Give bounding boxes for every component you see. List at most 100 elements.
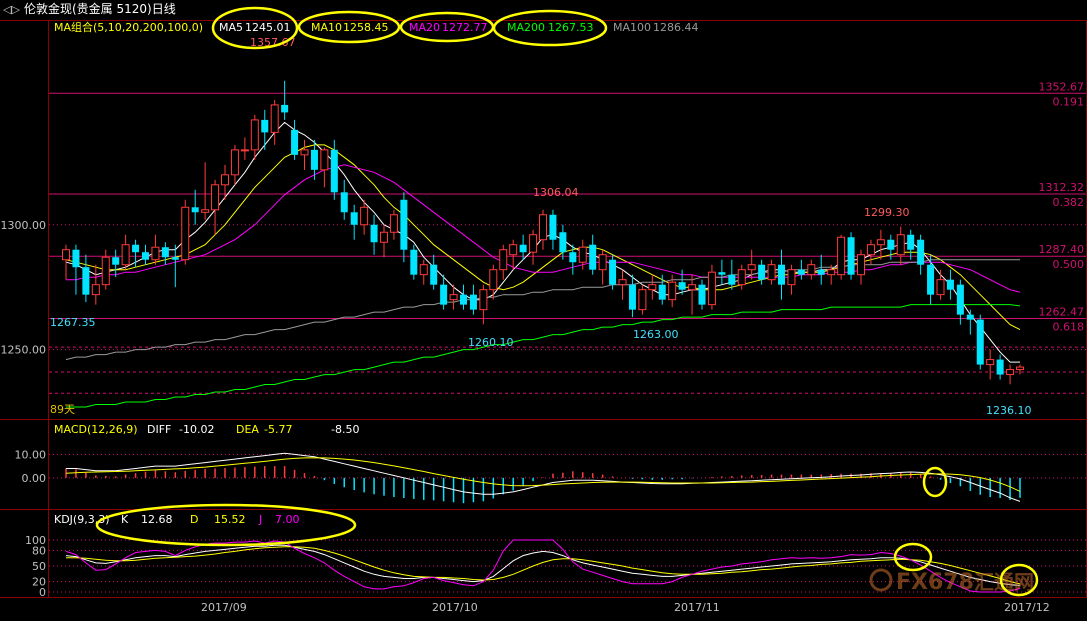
ma20-legend: MA20 1272.77 — [409, 21, 488, 34]
candle-body-down — [340, 192, 348, 213]
annotation-low-1236: 1236.10 — [986, 404, 1032, 417]
candle-body-up — [648, 284, 657, 291]
price-tick-1: 1250.00 — [1, 344, 47, 357]
candle-body-up — [539, 214, 547, 241]
x-label-nov: 2017/11 — [674, 601, 720, 614]
nav-arrows[interactable]: ◁▷ — [3, 3, 20, 16]
candle-body-down — [261, 119, 269, 133]
candle-body-down — [927, 264, 935, 295]
ma5-legend: MA5 1245.01 — [219, 21, 291, 34]
candle-body-down — [628, 284, 636, 310]
price-tick-0: 1300.00 — [1, 219, 47, 232]
candle-body-down — [161, 247, 169, 258]
candle-body-down — [797, 269, 805, 275]
ma-legend-label: MA组合(5,10,20,200,100,0) — [54, 20, 203, 34]
candle-body-up — [1016, 366, 1024, 371]
candle-body-down — [917, 239, 925, 265]
candle-body-up — [896, 234, 905, 256]
annotation-high-1306: 1306.04 — [533, 186, 579, 199]
annotation-low-1260: 1260.10 — [468, 336, 514, 349]
kdj-j-label: J — [258, 513, 262, 526]
candle-body-up — [787, 269, 796, 286]
candle-body-down — [946, 279, 954, 290]
candle-body-down — [658, 284, 666, 300]
watermark-text: FX678 — [896, 570, 974, 595]
candle-body-up — [668, 281, 677, 301]
candle-body-up — [181, 206, 190, 261]
candle-body-up — [479, 289, 488, 311]
ma5-label: MA5 — [219, 21, 243, 34]
kdj-j-value: 7.00 — [275, 513, 300, 526]
kdj-d-label: D — [190, 513, 198, 526]
x-label-sep: 2017/09 — [201, 601, 247, 614]
annotation-days: 89天 — [50, 403, 75, 416]
kdj-tick-2: 50 — [32, 560, 46, 573]
candle — [837, 234, 846, 280]
candle-body-up — [389, 214, 398, 233]
chart-canvas: ◁▷ 伦敦金现(贵金属 5120)日线 MA组合(5,10,20,200,100… — [0, 0, 1087, 617]
candle — [410, 244, 418, 280]
candle-body-up — [151, 246, 160, 261]
candle-body-down — [171, 257, 179, 260]
macd-diff-value: -10.02 — [179, 423, 214, 436]
macd-label: MACD(12,26,9) — [54, 423, 138, 436]
candle-body-up — [221, 174, 229, 186]
window-title: 伦敦金现(贵金属 5120)日线 — [24, 1, 176, 16]
candle-body-down — [191, 207, 199, 213]
candle-body-down — [907, 234, 915, 250]
candle-body-down — [778, 264, 785, 285]
candle-body-up — [866, 244, 875, 256]
candle-body-up — [807, 264, 816, 276]
candle-body-down — [609, 259, 617, 285]
candle-body-down — [817, 269, 825, 275]
candle-body-up — [529, 234, 538, 253]
kdj-tick-1: 80 — [32, 544, 46, 557]
candle-body-up — [211, 184, 220, 211]
ma100-label: MA100 — [613, 21, 651, 34]
watermark: FX678 汇通网 — [869, 568, 1034, 595]
candle-body-up — [837, 236, 846, 276]
candle-body-up — [1006, 369, 1015, 376]
candle-body-down — [291, 129, 299, 155]
candle-body-down — [956, 284, 964, 315]
candle-body-down — [142, 252, 149, 260]
ma10-legend: MA10 1258.45 — [311, 21, 389, 34]
candle-body-up — [62, 249, 70, 261]
fib-price-2: 1287.40 — [1039, 243, 1085, 256]
candle-body-up — [827, 269, 836, 276]
macd-diff-label: DIFF — [147, 423, 171, 436]
kdj-d-value: 15.52 — [214, 513, 246, 526]
candle-body-down — [400, 199, 408, 250]
fib-ratio-0: 0.191 — [1053, 95, 1085, 108]
candle-body-down — [976, 319, 984, 365]
fib-price-0: 1352.67 — [1039, 80, 1085, 93]
candle-body-up — [320, 149, 329, 171]
x-label-dec: 2017/12 — [1004, 601, 1050, 614]
candle — [181, 199, 190, 265]
candle-body-up — [300, 149, 309, 156]
candle-body-down — [758, 264, 766, 280]
kdj-tick-4: 0 — [39, 586, 46, 599]
candle-body-down — [698, 284, 706, 305]
candle-body-up — [747, 264, 756, 271]
fib-ratio-2: 0.500 — [1053, 258, 1085, 271]
candle-body-up — [419, 264, 428, 276]
candle-body-down — [966, 314, 974, 320]
candle — [976, 314, 984, 370]
candle-body-up — [767, 264, 776, 281]
candle-body-down — [330, 149, 338, 193]
candle-body-up — [598, 254, 607, 271]
fib-ratio-3: 0.618 — [1053, 320, 1085, 333]
candle-body-up — [578, 246, 587, 263]
candle-body-up — [509, 244, 518, 256]
candle-body-down — [887, 239, 895, 250]
annotation-low-1263: 1263.00 — [633, 328, 679, 341]
candle-body-up — [688, 284, 697, 291]
candle-body-down — [559, 232, 567, 253]
kdj-k-label: K — [121, 513, 129, 526]
candle-body-down — [350, 212, 358, 225]
candle-body-down — [519, 244, 527, 253]
ma100-legend: MA100 1286.44 — [613, 21, 699, 34]
macd-dea-label: DEA — [236, 423, 259, 436]
candle-body-up — [499, 249, 508, 271]
